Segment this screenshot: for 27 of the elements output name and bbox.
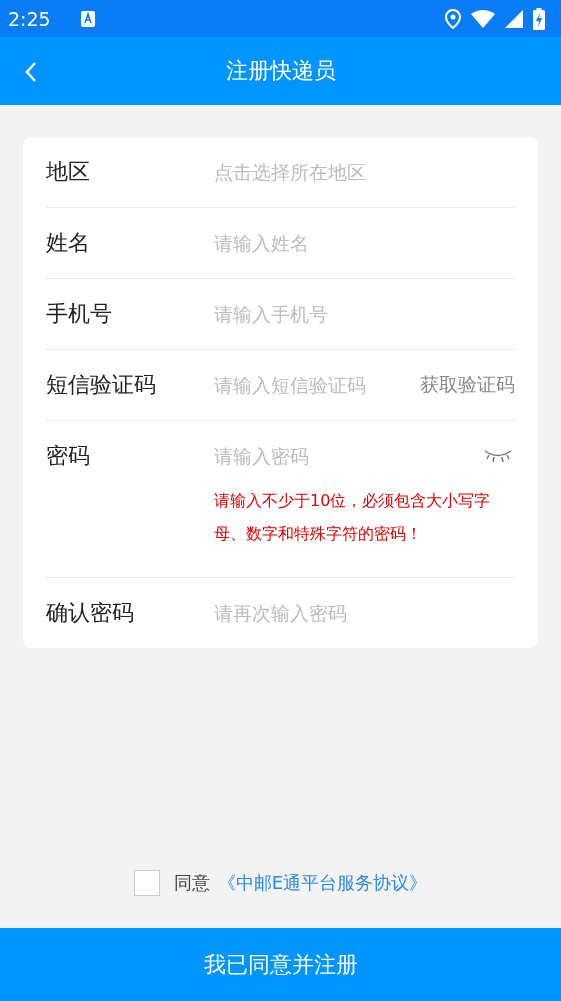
signal-icon	[505, 9, 523, 28]
get-code-button[interactable]: 获取验证码	[420, 372, 515, 398]
field-label: 姓名	[46, 229, 91, 257]
location-icon	[445, 8, 461, 29]
field-label: 地区	[46, 158, 91, 186]
keyboard-app-icon	[80, 10, 95, 27]
agree-label: 同意	[173, 871, 210, 895]
battery-icon	[533, 7, 545, 30]
field-label: 短信验证码	[46, 371, 157, 399]
back-icon	[24, 61, 38, 83]
field-label: 手机号	[46, 300, 113, 328]
input-field[interactable]: 请输入手机号	[214, 303, 515, 325]
closed-eye-icon[interactable]	[483, 448, 513, 464]
agree-checkbox[interactable]	[133, 870, 160, 896]
input-field[interactable]: 请输入密码	[214, 445, 483, 467]
field-label: 密码	[46, 442, 91, 470]
password-hint: 请输入不少于10位，必须包含大小写字母、数字和特殊字符的密码！	[214, 490, 492, 545]
register-button[interactable]: 我已同意并注册	[0, 928, 561, 1001]
page-title: 注册快递员	[225, 57, 336, 85]
input-field[interactable]: 请输入姓名	[214, 232, 515, 254]
wifi-icon	[471, 9, 495, 28]
field-label: 确认密码	[46, 599, 135, 627]
input-field[interactable]: 请再次输入密码	[214, 602, 515, 624]
agreement-link[interactable]: 《中邮E通平台服务协议》	[217, 871, 428, 895]
status-time: 2:25	[8, 7, 51, 30]
input-field[interactable]: 请输入短信验证码	[214, 374, 420, 396]
input-field[interactable]: 点击选择所在地区	[214, 161, 515, 183]
